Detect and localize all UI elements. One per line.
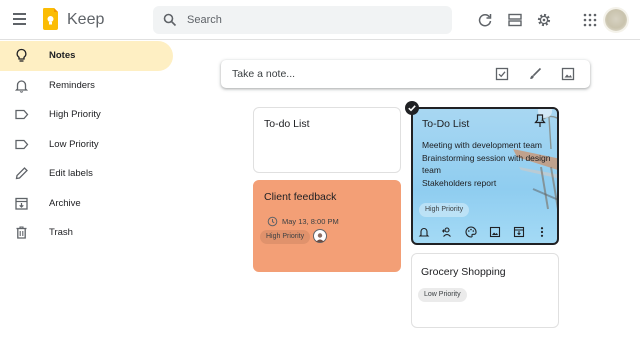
label-chip[interactable]: Low Priority — [418, 288, 467, 302]
note-toolbar — [413, 226, 557, 240]
label-icon — [15, 109, 29, 120]
note-line: Stakeholders report — [422, 177, 497, 188]
sidebar-item-reminders[interactable]: Reminders — [0, 71, 173, 101]
sidebar-item-label: Archive — [49, 197, 81, 209]
note-title: To-do List — [264, 118, 310, 130]
note-card[interactable]: Client feedback May 13, 8:00 PM High Pri… — [253, 180, 401, 272]
note-line: Meeting with development team — [422, 140, 543, 150]
sidebar-item-low-priority[interactable]: Low Priority — [0, 130, 173, 160]
pin-icon[interactable] — [534, 114, 546, 128]
more-options-icon[interactable] — [536, 226, 548, 238]
note-title: Grocery Shopping — [421, 266, 506, 278]
trash-icon — [16, 226, 27, 239]
note-body: Meeting with development team Brainstorm… — [422, 139, 552, 189]
new-drawing-brush-icon[interactable] — [528, 67, 542, 81]
take-note-bar[interactable]: Take a note... — [221, 60, 590, 88]
new-list-checkbox-icon[interactable] — [495, 67, 509, 81]
label-icon — [15, 139, 29, 149]
keep-logo-icon[interactable] — [42, 7, 59, 31]
sidebar-item-high-priority[interactable]: High Priority — [0, 100, 173, 130]
remind-me-bell-icon[interactable] — [418, 226, 430, 238]
check-icon — [408, 105, 416, 112]
note-title: To-Do List — [422, 118, 470, 130]
sidebar-item-trash[interactable]: Trash — [0, 218, 173, 248]
sidebar-item-label: Edit labels — [49, 168, 93, 179]
collaborator-avatar[interactable] — [313, 229, 327, 243]
sidebar-item-archive[interactable]: Archive — [0, 189, 173, 219]
app-name[interactable]: Keep — [67, 11, 104, 29]
label-chip[interactable]: High Priority — [419, 203, 470, 217]
list-view-icon[interactable] — [507, 12, 523, 28]
palette-icon[interactable] — [465, 226, 477, 238]
add-image-icon[interactable] — [489, 226, 501, 238]
take-note-placeholder[interactable]: Take a note... — [232, 68, 295, 80]
archive-icon — [15, 197, 28, 210]
settings-gear-icon[interactable] — [536, 12, 552, 28]
person-icon — [316, 233, 324, 242]
sidebar-item-label: High Priority — [49, 109, 101, 120]
label-chip[interactable]: High Priority — [260, 230, 311, 244]
select-note-check[interactable] — [405, 101, 419, 115]
reminder-chip[interactable]: May 13, 8:00 PM — [264, 214, 346, 229]
new-image-icon[interactable] — [561, 67, 575, 81]
search-input[interactable] — [187, 6, 437, 34]
apps-grid-icon[interactable] — [582, 12, 598, 28]
main-menu-button[interactable] — [13, 12, 27, 26]
note-card[interactable]: Grocery Shopping Low Priority — [411, 253, 559, 328]
sidebar-item-label: Reminders — [49, 79, 95, 91]
note-line: Brainstorming session with design team — [422, 152, 551, 176]
sidebar-item-label: Trash — [49, 227, 73, 238]
clock-icon — [267, 216, 278, 227]
note-card[interactable]: To-do List — [253, 107, 401, 173]
account-avatar[interactable] — [605, 9, 627, 31]
note-title: Client feedback — [264, 191, 337, 203]
pencil-icon — [15, 167, 28, 180]
lightbulb-icon — [16, 48, 27, 62]
sidebar-item-edit-labels[interactable]: Edit labels — [0, 159, 173, 189]
sidebar-item-label: Notes — [49, 50, 76, 61]
sidebar: Notes Reminders High Priority Low Priori… — [0, 41, 180, 248]
refresh-icon[interactable] — [477, 12, 493, 28]
sidebar-item-label: Low Priority — [49, 138, 99, 150]
sidebar-item-notes[interactable]: Notes — [0, 41, 173, 71]
bell-icon — [14, 79, 29, 93]
top-bar: Keep — [0, 0, 640, 40]
search-bar[interactable] — [153, 6, 452, 34]
collaborator-add-icon[interactable] — [441, 226, 453, 238]
reminder-text: May 13, 8:00 PM — [282, 217, 339, 226]
archive-icon[interactable] — [513, 226, 525, 238]
search-icon[interactable] — [163, 13, 177, 27]
